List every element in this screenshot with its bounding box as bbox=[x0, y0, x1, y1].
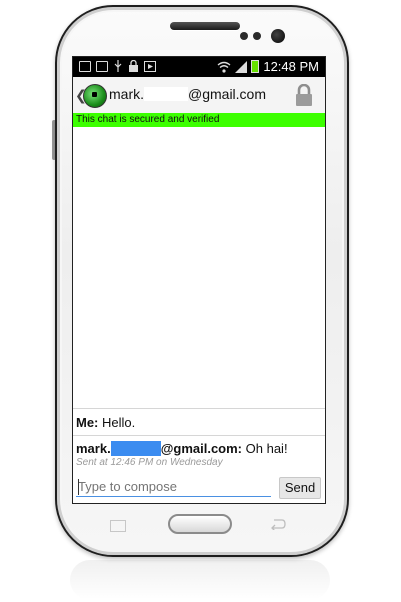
chat-message: Me: Hello. bbox=[73, 408, 325, 435]
redaction-box bbox=[144, 87, 188, 101]
earpiece-speaker bbox=[170, 22, 240, 30]
send-button[interactable]: Send bbox=[279, 477, 321, 499]
battery-charging-icon bbox=[251, 60, 260, 73]
message-text: Hello. bbox=[102, 415, 136, 430]
menu-key-icon[interactable] bbox=[110, 520, 126, 532]
contact-avatar[interactable] bbox=[83, 84, 107, 108]
screen: 12:48 PM ❮ mark. @gmail.com This chat is … bbox=[72, 56, 326, 504]
redaction-box bbox=[110, 441, 161, 456]
back-key-icon[interactable] bbox=[270, 518, 286, 530]
phone-reflection bbox=[70, 560, 330, 600]
message-area bbox=[73, 127, 325, 408]
lock-icon bbox=[129, 60, 138, 72]
wifi-icon bbox=[217, 61, 231, 73]
sender-suffix: @gmail.com: bbox=[160, 441, 243, 456]
secure-banner: This chat is secured and verified bbox=[73, 113, 325, 127]
image-icon bbox=[79, 60, 91, 72]
lock-icon[interactable] bbox=[295, 84, 313, 106]
front-camera bbox=[271, 29, 285, 43]
message-text: Oh hai! bbox=[245, 441, 288, 456]
title-prefix: mark. bbox=[109, 86, 144, 102]
chat-header: ❮ mark. @gmail.com bbox=[73, 77, 325, 113]
status-bar: 12:48 PM bbox=[73, 57, 325, 77]
sensor-dot bbox=[240, 32, 248, 40]
message-sender: Me: bbox=[76, 415, 99, 430]
message-timestamp: Sent at 12:46 PM on Wednesday bbox=[76, 457, 223, 468]
compose-input[interactable] bbox=[76, 477, 271, 497]
media-icon bbox=[144, 61, 156, 72]
signal-icon bbox=[235, 60, 248, 73]
chat-message: mark. @gmail.com: Oh hai! Sent at 12:46 P… bbox=[73, 435, 325, 471]
usb-icon bbox=[114, 60, 122, 72]
status-time: 12:48 PM bbox=[263, 59, 319, 74]
home-button[interactable] bbox=[168, 514, 232, 534]
voicemail-icon bbox=[96, 60, 108, 72]
sensor-dot bbox=[253, 32, 261, 40]
contact-title: mark. @gmail.com bbox=[109, 86, 266, 102]
sender-prefix: mark. bbox=[76, 441, 111, 456]
text-caret bbox=[78, 479, 79, 495]
title-suffix: @gmail.com bbox=[188, 86, 267, 102]
